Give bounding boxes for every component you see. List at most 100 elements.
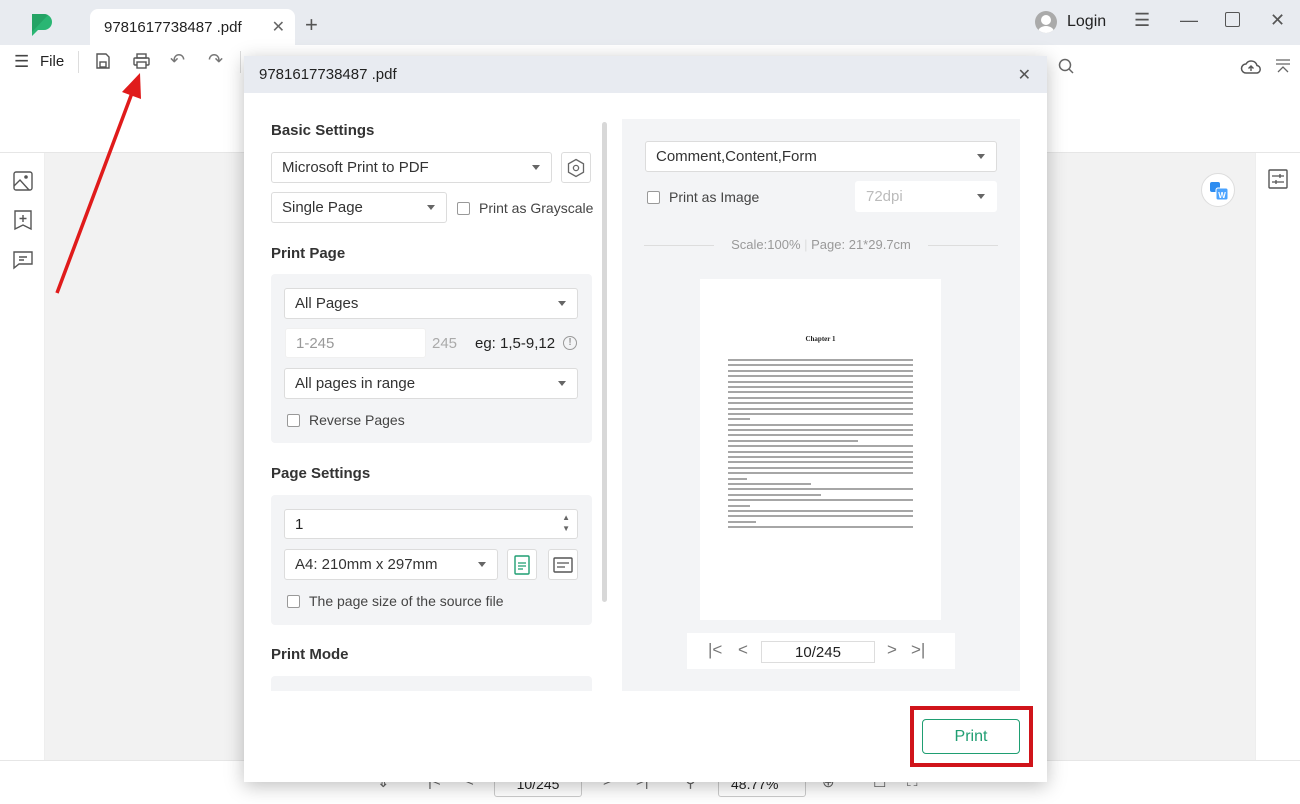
login-button[interactable]: Login	[1035, 11, 1106, 33]
page-subset-value: All pages in range	[295, 375, 416, 392]
page-range-value: All Pages	[295, 295, 359, 312]
reverse-pages-label: Reverse Pages	[309, 412, 405, 428]
layout-select[interactable]: Single Page	[271, 192, 447, 223]
window-close-icon[interactable]: ✕	[1270, 10, 1285, 31]
dialog-title: 9781617738487 .pdf	[259, 66, 397, 83]
grayscale-label: Print as Grayscale	[479, 200, 594, 216]
page-range-select[interactable]: All Pages	[284, 288, 578, 319]
hamburger-icon[interactable]: ☰	[14, 52, 29, 72]
save-icon[interactable]	[94, 52, 112, 70]
preview-page-input[interactable]: 10/245	[761, 641, 875, 663]
checkbox-box[interactable]	[287, 413, 300, 427]
stepper-arrows-icon[interactable]: ▲ ▼	[562, 512, 570, 534]
print-page-heading: Print Page	[271, 245, 346, 262]
printer-value: Microsoft Print to PDF	[282, 159, 429, 176]
login-label: Login	[1067, 13, 1107, 30]
settings-hex-icon	[567, 158, 585, 177]
layout-value: Single Page	[282, 199, 363, 216]
properties-icon[interactable]	[1268, 169, 1288, 189]
print-preview-panel: Comment,Content,Form Print as Image 72dp…	[622, 119, 1020, 691]
translate-icon: W	[1210, 182, 1229, 201]
paper-size-value: A4: 210mm x 297mm	[295, 556, 438, 573]
page-range-input[interactable]: 1-245	[285, 328, 426, 358]
portrait-orientation-button[interactable]	[507, 549, 537, 580]
source-page-size-label: The page size of the source file	[309, 593, 504, 609]
menu-icon[interactable]: ☰	[1134, 10, 1150, 31]
chevron-down-icon	[558, 301, 566, 306]
print-content-select[interactable]: Comment,Content,Form	[645, 141, 997, 172]
page-size-text: Page: 21*29.7cm	[811, 237, 911, 252]
chevron-down-icon	[532, 165, 540, 170]
chevron-down-icon	[977, 194, 985, 199]
portrait-icon	[514, 554, 530, 575]
file-menu[interactable]: File	[40, 53, 64, 70]
collapse-toolbar-icon[interactable]	[1275, 58, 1291, 74]
document-tab[interactable]: 9781617738487 .pdf ✕	[90, 9, 295, 45]
chapter-title: Chapter 1	[805, 335, 836, 343]
comment-icon[interactable]	[12, 249, 34, 271]
dpi-select[interactable]: 72dpi	[855, 181, 997, 212]
cloud-upload-icon[interactable]	[1240, 58, 1262, 75]
landscape-icon	[553, 556, 573, 573]
printer-select[interactable]: Microsoft Print to PDF	[271, 152, 552, 183]
left-sidebar	[0, 153, 45, 760]
avatar-icon	[1035, 11, 1057, 33]
dialog-header: 9781617738487 .pdf ✕	[244, 56, 1047, 93]
source-page-size-checkbox[interactable]: The page size of the source file	[287, 593, 504, 609]
tab-title: 9781617738487 .pdf	[104, 18, 242, 36]
undo-icon[interactable]: ↶	[170, 50, 185, 71]
print-as-image-checkbox[interactable]: Print as Image	[647, 189, 759, 205]
grayscale-checkbox[interactable]: Print as Grayscale	[457, 200, 593, 216]
divider	[78, 51, 79, 73]
landscape-orientation-button[interactable]	[548, 549, 578, 580]
last-page-icon[interactable]: >|	[911, 640, 925, 660]
print-as-image-label: Print as Image	[669, 189, 760, 205]
checkbox-box[interactable]	[287, 594, 300, 608]
preview-page: Chapter 1	[700, 279, 941, 620]
first-page-icon[interactable]: |<	[708, 640, 722, 660]
chevron-down-icon	[558, 381, 566, 386]
printer-properties-button[interactable]	[561, 152, 591, 183]
title-bar: 9781617738487 .pdf ✕ + Login ☰ — ✕	[0, 0, 1300, 45]
settings-scrollbar[interactable]	[602, 122, 607, 602]
print-mode-panel	[271, 676, 592, 691]
info-icon[interactable]: !	[563, 336, 577, 350]
print-icon[interactable]	[132, 52, 151, 70]
copies-stepper[interactable]: 1 ▲ ▼	[284, 509, 578, 539]
next-page-icon[interactable]: >	[887, 640, 897, 660]
page-text-lines	[728, 359, 913, 532]
basic-settings-heading: Basic Settings	[271, 122, 375, 139]
chevron-down-icon	[478, 562, 486, 567]
new-tab-icon[interactable]: +	[305, 12, 318, 38]
maximize-icon[interactable]	[1225, 12, 1240, 27]
range-hint: eg: 1,5-9,12	[475, 335, 556, 352]
svg-text:W: W	[1218, 191, 1226, 200]
search-icon[interactable]	[1058, 58, 1075, 75]
print-dialog: 9781617738487 .pdf ✕ Basic Settings Micr…	[244, 56, 1047, 782]
bookmark-add-icon[interactable]	[12, 209, 34, 231]
total-pages: 245	[432, 335, 458, 352]
scale-info: Scale:100% | Page: 21*29.7cm	[644, 237, 998, 252]
print-mode-heading: Print Mode	[271, 646, 349, 663]
translate-button[interactable]: W	[1201, 173, 1235, 207]
page-settings-heading: Page Settings	[271, 465, 371, 482]
image-icon[interactable]	[12, 170, 34, 192]
redo-icon[interactable]: ↷	[208, 50, 223, 71]
tab-close-icon[interactable]: ✕	[272, 17, 285, 37]
page-subset-select[interactable]: All pages in range	[284, 368, 578, 399]
print-button-highlight	[910, 706, 1033, 767]
right-sidebar	[1255, 153, 1300, 760]
checkbox-box[interactable]	[647, 190, 660, 204]
print-content-value: Comment,Content,Form	[656, 148, 817, 165]
paper-size-select[interactable]: A4: 210mm x 297mm	[284, 549, 498, 580]
app-logo-icon	[32, 13, 52, 36]
prev-page-icon[interactable]: <	[738, 640, 748, 660]
checkbox-box[interactable]	[457, 201, 470, 215]
divider	[240, 51, 241, 73]
copies-value: 1	[295, 515, 304, 533]
scale-text: Scale:100%	[731, 237, 801, 252]
reverse-pages-checkbox[interactable]: Reverse Pages	[287, 412, 405, 428]
minimize-icon[interactable]: —	[1180, 10, 1198, 31]
dpi-value: 72dpi	[866, 188, 903, 205]
dialog-close-icon[interactable]: ✕	[1018, 65, 1031, 85]
